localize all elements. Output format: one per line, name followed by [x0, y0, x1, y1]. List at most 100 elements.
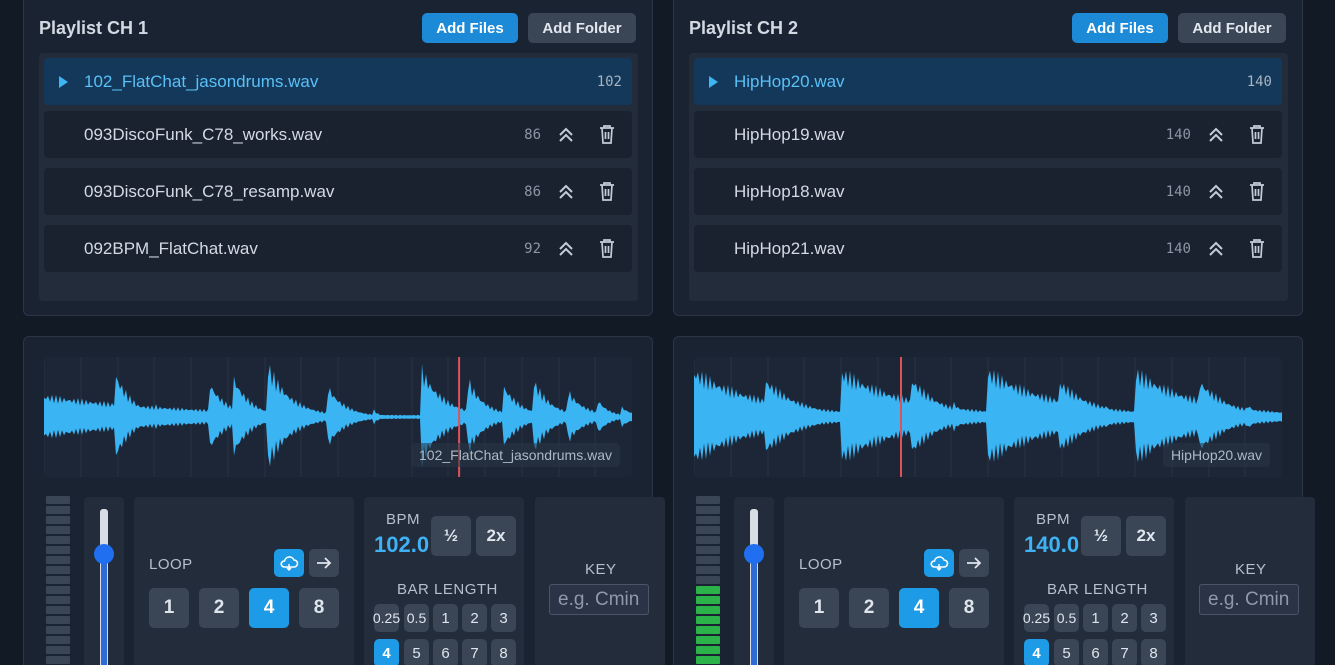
- move-up-icon[interactable]: [1205, 181, 1227, 203]
- waveform-display[interactable]: 102_FlatChat_jasondrums.wav: [44, 357, 632, 477]
- level-meter: [694, 496, 722, 665]
- double-bpm-button[interactable]: 2x: [476, 516, 516, 556]
- loop-forward-arrow-icon[interactable]: [309, 549, 339, 577]
- loop-length-8[interactable]: 8: [299, 588, 339, 628]
- track-row[interactable]: 092BPM_FlatChat.wav 92: [44, 225, 632, 272]
- bpm-section: BPM 102.0 ½ 2x BAR LENGTH 0.25 0.5 1 2 3…: [364, 497, 524, 665]
- meter-segment: [696, 606, 720, 614]
- meter-segment: [46, 646, 70, 654]
- waveform-display[interactable]: HipHop20.wav: [694, 357, 1282, 477]
- add-files-button[interactable]: Add Files: [422, 13, 518, 43]
- track-name: HipHop18.wav: [734, 181, 845, 201]
- trash-icon[interactable]: [597, 123, 617, 145]
- bar-length-0.5[interactable]: 0.5: [1054, 604, 1079, 632]
- track-row[interactable]: HipHop20.wav 140: [694, 58, 1282, 105]
- loop-length-4[interactable]: 4: [249, 588, 289, 628]
- bar-length-5[interactable]: 5: [404, 639, 429, 665]
- track-row[interactable]: HipHop19.wav 140: [694, 111, 1282, 158]
- bar-length-6[interactable]: 6: [433, 639, 458, 665]
- bar-length-0.5[interactable]: 0.5: [404, 604, 429, 632]
- meter-segment: [696, 506, 720, 514]
- waveform-filename: HipHop20.wav: [1162, 443, 1270, 467]
- track-name: HipHop19.wav: [734, 124, 845, 144]
- bar-length-4[interactable]: 4: [374, 639, 399, 665]
- bar-length-8[interactable]: 8: [491, 639, 516, 665]
- meter-segment: [696, 626, 720, 634]
- meter-segment: [46, 656, 70, 664]
- meter-segment: [46, 626, 70, 634]
- track-row[interactable]: HipHop21.wav 140: [694, 225, 1282, 272]
- meter-segment: [46, 526, 70, 534]
- meter-segment: [696, 656, 720, 664]
- fader-thumb[interactable]: [744, 543, 764, 564]
- loop-cloud-toggle-icon[interactable]: [274, 549, 304, 577]
- bar-length-label: BAR LENGTH: [397, 581, 498, 598]
- key-label: KEY: [1235, 561, 1267, 578]
- loop-length-4[interactable]: 4: [899, 588, 939, 628]
- trash-icon[interactable]: [597, 237, 617, 259]
- key-section: KEY: [535, 497, 665, 665]
- trash-icon[interactable]: [1247, 237, 1267, 259]
- trash-icon[interactable]: [597, 180, 617, 202]
- track-row[interactable]: HipHop18.wav 140: [694, 168, 1282, 215]
- bar-length-4[interactable]: 4: [1024, 639, 1049, 665]
- move-up-icon[interactable]: [1205, 124, 1227, 146]
- track-row[interactable]: 093DiscoFunk_C78_resamp.wav 86: [44, 168, 632, 215]
- loop-length-2[interactable]: 2: [849, 588, 889, 628]
- double-bpm-button[interactable]: 2x: [1126, 516, 1166, 556]
- track-row[interactable]: 102_FlatChat_jasondrums.wav 102: [44, 58, 632, 105]
- bpm-label: BPM: [386, 511, 421, 528]
- bar-length-1[interactable]: 1: [1083, 604, 1108, 632]
- bar-length-label: BAR LENGTH: [1047, 581, 1148, 598]
- track-row[interactable]: 093DiscoFunk_C78_works.wav 86: [44, 111, 632, 158]
- bar-length-2[interactable]: 2: [462, 604, 487, 632]
- move-up-icon[interactable]: [555, 181, 577, 203]
- meter-segment: [46, 546, 70, 554]
- bar-length-6[interactable]: 6: [1083, 639, 1108, 665]
- meter-segment: [46, 536, 70, 544]
- meter-segment: [696, 646, 720, 654]
- bar-length-1[interactable]: 1: [433, 604, 458, 632]
- track-bpm: 86: [524, 183, 541, 200]
- volume-fader[interactable]: [734, 497, 774, 665]
- loop-length-1[interactable]: 1: [149, 588, 189, 628]
- key-input[interactable]: [549, 584, 649, 615]
- bar-length-8[interactable]: 8: [1141, 639, 1166, 665]
- loop-forward-arrow-icon[interactable]: [959, 549, 989, 577]
- loop-length-8[interactable]: 8: [949, 588, 989, 628]
- move-up-icon[interactable]: [555, 238, 577, 260]
- volume-fader[interactable]: [84, 497, 124, 665]
- bar-length-0.25[interactable]: 0.25: [373, 604, 400, 632]
- bar-length-3[interactable]: 3: [491, 604, 516, 632]
- loop-length-2[interactable]: 2: [199, 588, 239, 628]
- trash-icon[interactable]: [1247, 123, 1267, 145]
- loop-length-1[interactable]: 1: [799, 588, 839, 628]
- trash-icon[interactable]: [1247, 180, 1267, 202]
- track-name: 102_FlatChat_jasondrums.wav: [84, 71, 319, 91]
- fader-thumb[interactable]: [94, 543, 114, 564]
- loop-cloud-toggle-icon[interactable]: [924, 549, 954, 577]
- track-list: HipHop20.wav 140 HipHop19.wav 140 HipHop…: [689, 53, 1288, 301]
- bar-length-7[interactable]: 7: [462, 639, 487, 665]
- move-up-icon[interactable]: [1205, 238, 1227, 260]
- meter-segment: [696, 496, 720, 504]
- add-files-button[interactable]: Add Files: [1072, 13, 1168, 43]
- meter-segment: [46, 506, 70, 514]
- track-name: 093DiscoFunk_C78_works.wav: [84, 124, 323, 144]
- loop-label: LOOP: [799, 556, 843, 573]
- bar-length-3[interactable]: 3: [1141, 604, 1166, 632]
- track-bpm: 92: [524, 240, 541, 257]
- bar-length-0.25[interactable]: 0.25: [1023, 604, 1050, 632]
- meter-segment: [696, 566, 720, 574]
- bar-length-5[interactable]: 5: [1054, 639, 1079, 665]
- add-folder-button[interactable]: Add Folder: [528, 13, 636, 43]
- move-up-icon[interactable]: [555, 124, 577, 146]
- meter-segment: [696, 536, 720, 544]
- waveform-filename: 102_FlatChat_jasondrums.wav: [411, 443, 620, 467]
- add-folder-button[interactable]: Add Folder: [1178, 13, 1286, 43]
- half-bpm-button[interactable]: ½: [1081, 516, 1121, 556]
- bar-length-7[interactable]: 7: [1112, 639, 1137, 665]
- key-input[interactable]: [1199, 584, 1299, 615]
- bar-length-2[interactable]: 2: [1112, 604, 1137, 632]
- half-bpm-button[interactable]: ½: [431, 516, 471, 556]
